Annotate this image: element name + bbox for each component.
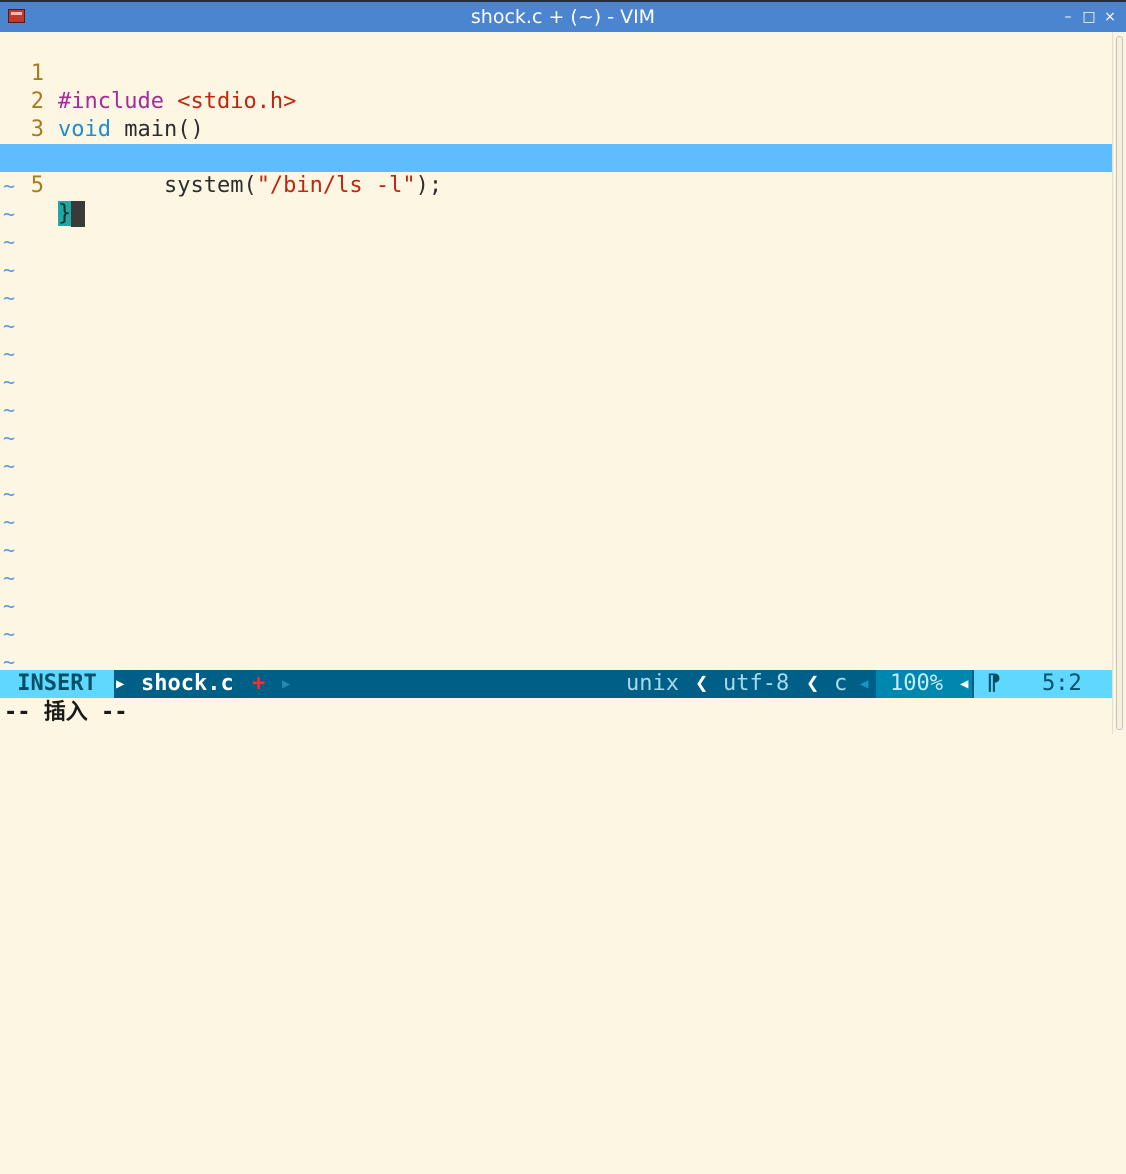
- mode-indicator: INSERT: [0, 670, 114, 698]
- empty-line-marker: ~: [3, 566, 16, 590]
- matching-bracket-close: }: [58, 201, 72, 226]
- empty-line-marker: ~: [3, 174, 16, 198]
- window-title: shock.c + (~) - VIM: [470, 6, 656, 28]
- text-cursor: [71, 201, 86, 227]
- separator-arrow-icon: ▶: [116, 676, 125, 692]
- empty-line-marker: ~: [3, 286, 16, 310]
- editor-buffer[interactable]: 1 #include <stdio.h> 2 void main() 3 { 4…: [0, 32, 1112, 674]
- empty-line-marker: ~: [3, 510, 16, 534]
- minimize-button[interactable]: –: [1060, 7, 1076, 27]
- close-button[interactable]: ×: [1102, 7, 1118, 27]
- empty-line-marker: ~: [3, 454, 16, 478]
- modified-flag: +: [252, 671, 266, 696]
- empty-line-marker: ~: [3, 538, 16, 562]
- chevron-left-icon: ❮: [695, 671, 709, 696]
- code-text[interactable]: system("/bin/ls -l");: [58, 172, 442, 200]
- separator-arrow-icon: ▶: [282, 676, 291, 692]
- code-line[interactable]: 4 system("/bin/ls -l");: [0, 116, 1112, 198]
- separator-arrow-icon: ◀: [960, 676, 969, 692]
- code-text[interactable]: }: [58, 200, 86, 228]
- code-line[interactable]: 3 {: [0, 88, 1112, 170]
- empty-line-marker: ~: [3, 622, 16, 646]
- empty-line-marker: ~: [3, 426, 16, 450]
- scrollbar-thumb[interactable]: [1116, 36, 1123, 730]
- empty-line-marker: ~: [3, 398, 16, 422]
- file-encoding: utf-8: [723, 671, 790, 696]
- statement-end: );: [415, 173, 443, 198]
- vertical-scrollbar[interactable]: [1112, 32, 1126, 734]
- scroll-percent: 100%: [890, 671, 943, 696]
- line-number-icon: ⁋: [987, 671, 1001, 696]
- empty-line-marker: ~: [3, 202, 16, 226]
- cursor-position: 5:2: [1042, 671, 1082, 696]
- current-line[interactable]: 5 }: [0, 144, 1112, 227]
- string-literal: "/bin/ls -l": [256, 173, 416, 198]
- empty-line-marker: ~: [3, 370, 16, 394]
- empty-line-marker: ~: [3, 594, 16, 618]
- maximize-button[interactable]: □: [1081, 7, 1097, 27]
- status-line: INSERT ▶ shock.c + ▶ unix ❮ utf-8 ❮ c ◀ …: [0, 670, 1112, 698]
- code-line[interactable]: 2 void main(): [0, 60, 1112, 142]
- file-format: unix: [626, 671, 679, 696]
- code-line[interactable]: 1 #include <stdio.h>: [0, 32, 1112, 114]
- file-name: shock.c: [141, 671, 234, 696]
- function-call: system(: [163, 173, 257, 198]
- empty-line-marker: ~: [3, 482, 16, 506]
- separator-arrow-icon: ◀: [860, 676, 869, 692]
- empty-line-marker: ~: [3, 258, 16, 282]
- empty-line-marker: ~: [3, 314, 16, 338]
- chevron-left-icon: ❮: [806, 671, 820, 696]
- file-type: c: [834, 671, 848, 696]
- command-line: -- 插入 --: [4, 700, 128, 725]
- title-bar: shock.c + (~) - VIM – □ ×: [0, 0, 1126, 32]
- empty-line-marker: ~: [3, 230, 16, 254]
- empty-line-marker: ~: [3, 342, 16, 366]
